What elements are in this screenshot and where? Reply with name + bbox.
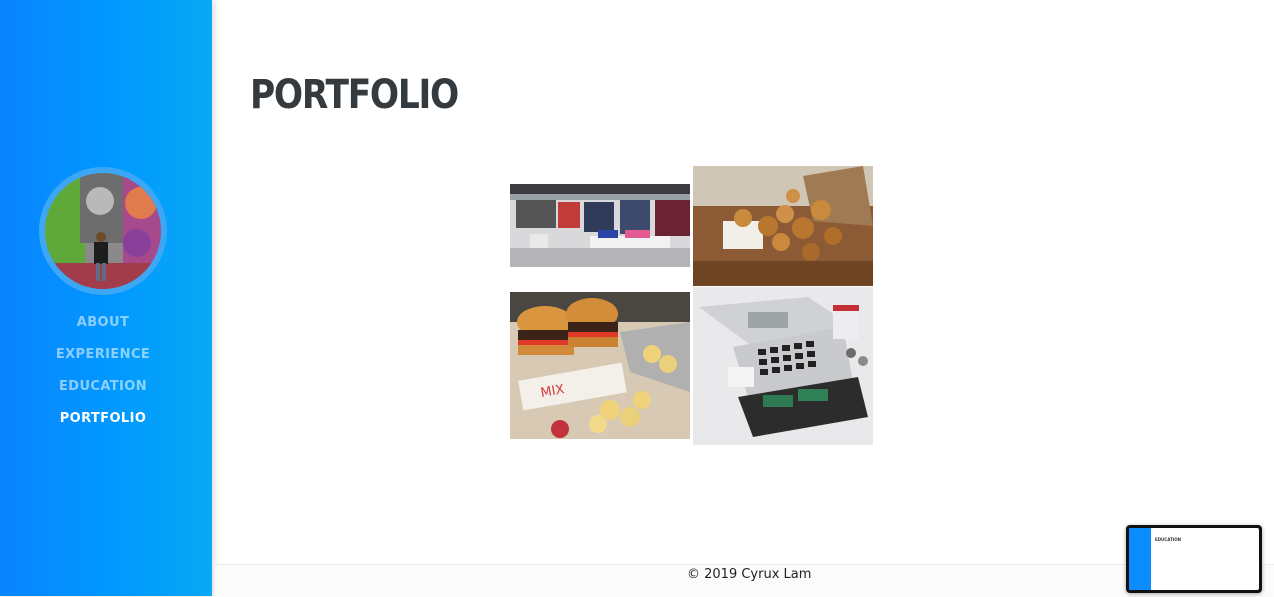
fried-chicken-image [693,166,873,286]
preview-sidebar [1129,528,1151,590]
sidebar: ABOUT EXPERIENCE EDUCATION PORTFOLIO [0,0,212,596]
copyright-text: © 2019 Cyrux Lam [687,567,812,582]
footer: © 2019 Cyrux Lam [215,564,1274,597]
burgers-image: MIX [510,292,690,439]
portfolio-item-clothing-store[interactable] [510,184,690,267]
nav-item-experience[interactable]: EXPERIENCE [0,344,206,376]
window-preview-content: EDUCATION [1129,528,1259,590]
page-title: PORTFOLIO [250,72,459,118]
preview-title: EDUCATION [1155,537,1181,542]
sidebar-nav: ABOUT EXPERIENCE EDUCATION PORTFOLIO [0,312,206,440]
portfolio-item-burgers[interactable]: MIX [510,292,690,439]
avatar-photo [45,173,161,289]
portfolio-item-cash-register[interactable] [693,287,873,445]
portfolio-item-fried-chicken[interactable] [693,166,873,286]
clothing-store-image [510,184,690,267]
cash-register-image [693,287,873,445]
window-preview-thumbnail[interactable]: EDUCATION [1126,525,1262,593]
nav-item-education[interactable]: EDUCATION [0,376,206,408]
avatar [39,167,167,295]
nav-item-about[interactable]: ABOUT [0,312,206,344]
nav-item-portfolio[interactable]: PORTFOLIO [0,408,206,440]
